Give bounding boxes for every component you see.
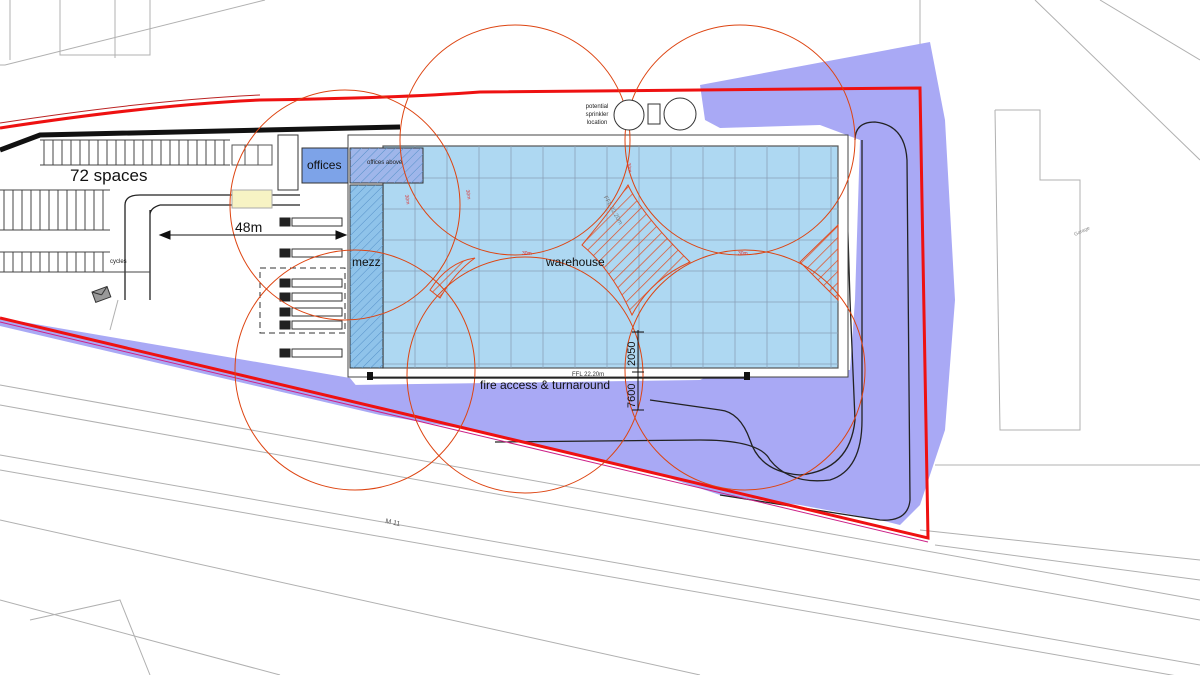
radius-label-4: 30m — [738, 251, 748, 257]
mezzanine-hatch — [350, 185, 383, 368]
lorry-cab — [279, 248, 291, 258]
lorry-trailer — [291, 320, 343, 330]
lorry-cab — [279, 217, 291, 227]
gatehouse — [277, 134, 299, 191]
ffl-label: FFL 22.20m — [572, 372, 604, 378]
fire-access-label: fire access & turnaround — [480, 378, 610, 392]
dim-2050-label: 2050 — [626, 342, 638, 366]
mezz-label: mezz — [352, 255, 381, 269]
distance-label: 48m — [235, 219, 262, 235]
lorry-cab — [279, 320, 291, 330]
parking-label: 72 spaces — [70, 166, 148, 185]
lorry-trailer — [291, 348, 343, 358]
cycles-label: cycles — [110, 259, 127, 265]
cycle-store — [231, 189, 273, 209]
sprinkler-label-line-2: sprinkler — [586, 112, 609, 118]
ffl-marker-right — [744, 372, 750, 380]
lorry-trailer — [291, 278, 343, 288]
site-plan: 72 spaces offices offices above mezz war… — [0, 0, 1200, 675]
lorry-cab — [279, 278, 291, 288]
offices-label: offices — [307, 158, 341, 172]
loading-docks — [279, 217, 343, 358]
warehouse-label: warehouse — [545, 255, 605, 269]
substation-icon — [91, 285, 112, 303]
lorry-trailer — [291, 307, 343, 317]
motorway-label: M 11 — [385, 518, 401, 528]
sprinkler-label: potential sprinkler location — [586, 104, 609, 126]
lorry-cab — [279, 292, 291, 302]
lorry-cab — [279, 307, 291, 317]
sprinkler-label-line-3: location — [587, 120, 608, 126]
dim-7600-label: 7600 — [626, 384, 638, 408]
garage-label: Garage — [1073, 225, 1091, 238]
offices-above-label: offices above — [367, 160, 403, 166]
parking-area — [0, 139, 230, 273]
radius-label-3: 30m — [522, 251, 532, 257]
sprinkler-label-line-1: potential — [586, 104, 609, 110]
sprinkler-tanks — [613, 97, 697, 131]
lorry-trailer — [291, 292, 343, 302]
lorry-cab — [279, 348, 291, 358]
ffl-marker-left — [367, 372, 373, 380]
boundary-wall — [0, 124, 401, 153]
lorry-trailer — [291, 217, 343, 227]
